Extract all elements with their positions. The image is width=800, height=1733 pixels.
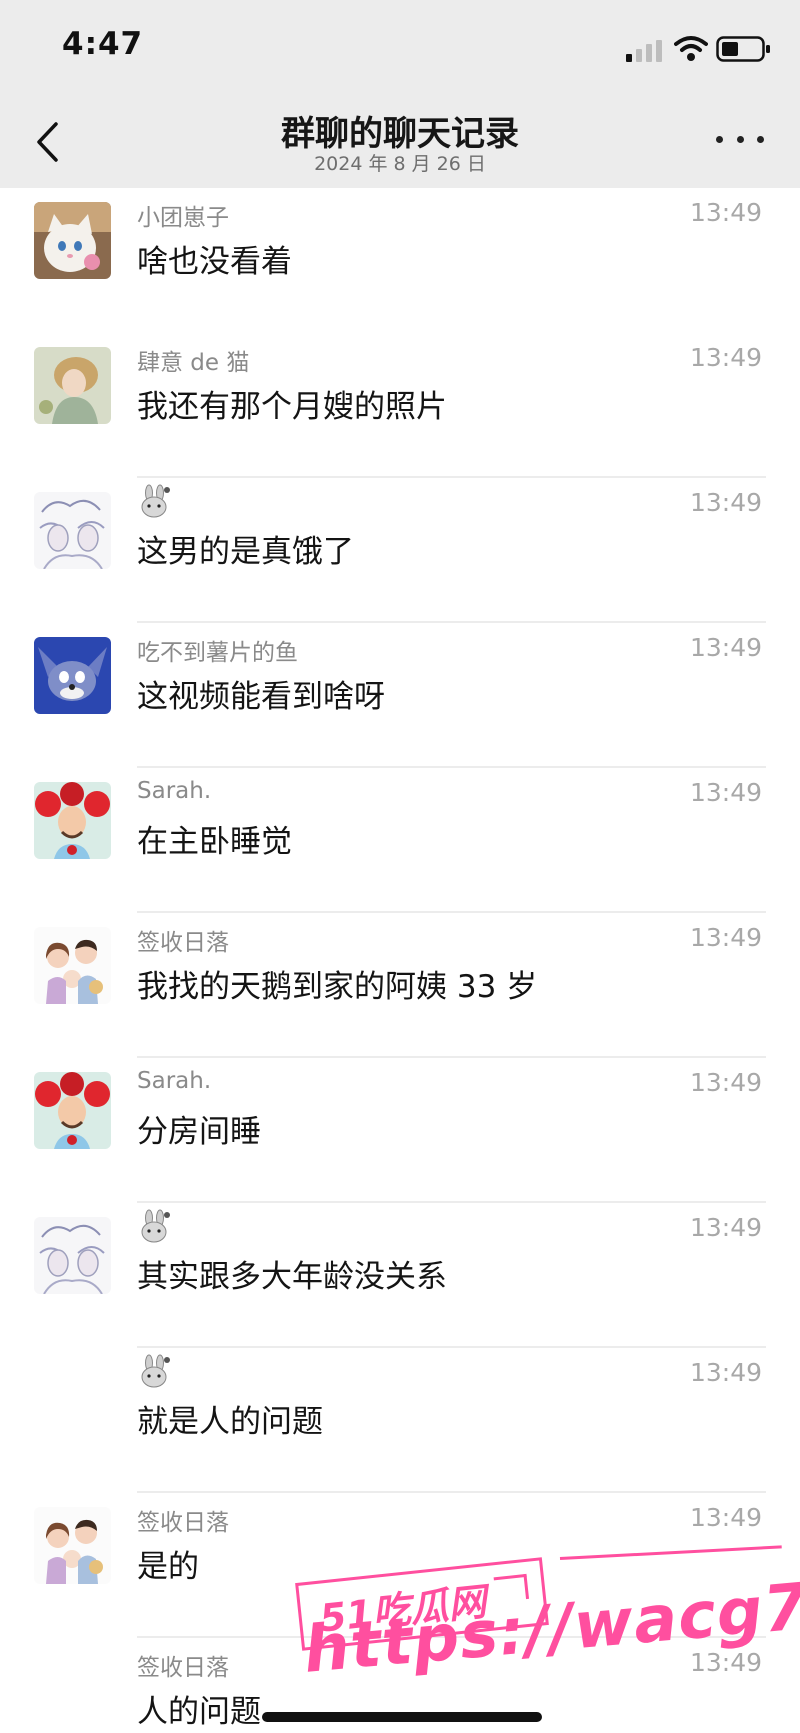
message-time: 13:49 xyxy=(689,198,762,227)
message-row[interactable]: 小团崽子 13:49 啥也没看着 xyxy=(0,188,800,333)
message-time: 13:49 xyxy=(689,923,762,952)
message-text: 这视频能看到啥呀 xyxy=(137,679,385,715)
tom-cat-avatar[interactable] xyxy=(34,637,111,714)
message-text: 就是人的问题 xyxy=(137,1404,323,1440)
sender-name: 肆意 de 猫 xyxy=(137,350,250,376)
message-row[interactable]: 13:49 就是人的问题 xyxy=(0,1348,800,1493)
message-time: 13:49 xyxy=(689,1358,762,1387)
message-time: 13:49 xyxy=(689,1068,762,1097)
cartoon-cat-avatar[interactable] xyxy=(34,202,111,279)
top-bar: 4:47 群聊的聊天记录 2024 年 8 月 26 日 xyxy=(0,0,800,188)
anime-sketch-avatar[interactable] xyxy=(34,492,111,569)
more-dot-icon xyxy=(716,135,723,143)
message-text: 我还有那个月嫂的照片 xyxy=(137,389,447,425)
battery-icon xyxy=(716,36,770,62)
message-row[interactable]: Sarah. 13:49 在主卧睡觉 xyxy=(0,768,800,913)
sender-name: 吃不到薯片的鱼 xyxy=(137,640,298,666)
message-text: 人的问题 xyxy=(137,1694,261,1730)
bunny-emoji-icon xyxy=(141,1209,170,1243)
message-list[interactable]: 小团崽子 13:49 啥也没看着 肆意 de 猫 13:49 我还有那个月嫂的照… xyxy=(0,188,800,1733)
sender-name: Sarah. xyxy=(137,1068,212,1094)
wifi-icon xyxy=(674,36,708,61)
message-time: 13:49 xyxy=(689,343,762,372)
sender-name: Sarah. xyxy=(137,778,212,804)
cellular-signal-icon xyxy=(626,40,662,62)
message-time: 13:49 xyxy=(689,488,762,517)
sender-name: 签收日落 xyxy=(137,1510,229,1536)
message-text: 我找的天鹅到家的阿姨 33 岁 xyxy=(137,969,538,1005)
cartoon-family-avatar[interactable] xyxy=(34,1507,111,1584)
sender-name: 签收日落 xyxy=(137,930,229,956)
anime-sketch-avatar[interactable] xyxy=(34,1217,111,1294)
status-time: 4:47 xyxy=(62,26,144,62)
message-text: 是的 xyxy=(137,1549,199,1585)
message-row[interactable]: 肆意 de 猫 13:49 我还有那个月嫂的照片 xyxy=(0,333,800,478)
message-time: 13:49 xyxy=(689,1213,762,1242)
message-text: 啥也没看着 xyxy=(137,244,292,280)
sender-name: 小团崽子 xyxy=(137,205,229,231)
message-row[interactable]: 签收日落 13:49 我找的天鹅到家的阿姨 33 岁 xyxy=(0,913,800,1058)
message-row[interactable]: 吃不到薯片的鱼 13:49 这视频能看到啥呀 xyxy=(0,623,800,768)
more-options-button[interactable] xyxy=(716,126,764,152)
page-title: 群聊的聊天记录 xyxy=(281,114,519,154)
message-row[interactable]: 13:49 这男的是真饿了 xyxy=(0,478,800,623)
red-flower-man-avatar[interactable] xyxy=(34,1072,111,1149)
bunny-emoji-icon xyxy=(141,1354,170,1388)
more-dot-icon xyxy=(757,135,764,143)
message-time: 13:49 xyxy=(689,778,762,807)
message-text: 在主卧睡觉 xyxy=(137,824,292,860)
message-text: 这男的是真饿了 xyxy=(137,534,354,570)
bunny-emoji-icon xyxy=(141,484,170,518)
message-text: 分房间睡 xyxy=(137,1114,261,1150)
sender-name: 签收日落 xyxy=(137,1655,229,1681)
painted-girl-avatar[interactable] xyxy=(34,347,111,424)
home-indicator[interactable] xyxy=(262,1712,542,1722)
red-flower-man-avatar[interactable] xyxy=(34,782,111,859)
message-row[interactable]: Sarah. 13:49 分房间睡 xyxy=(0,1058,800,1203)
message-time: 13:49 xyxy=(689,1503,762,1532)
message-time: 13:49 xyxy=(689,633,762,662)
message-row[interactable]: 13:49 其实跟多大年龄没关系 xyxy=(0,1203,800,1348)
message-text: 其实跟多大年龄没关系 xyxy=(137,1259,447,1295)
more-dot-icon xyxy=(736,135,744,143)
page-date: 2024 年 8 月 26 日 xyxy=(314,153,486,175)
cartoon-family-avatar[interactable] xyxy=(34,927,111,1004)
